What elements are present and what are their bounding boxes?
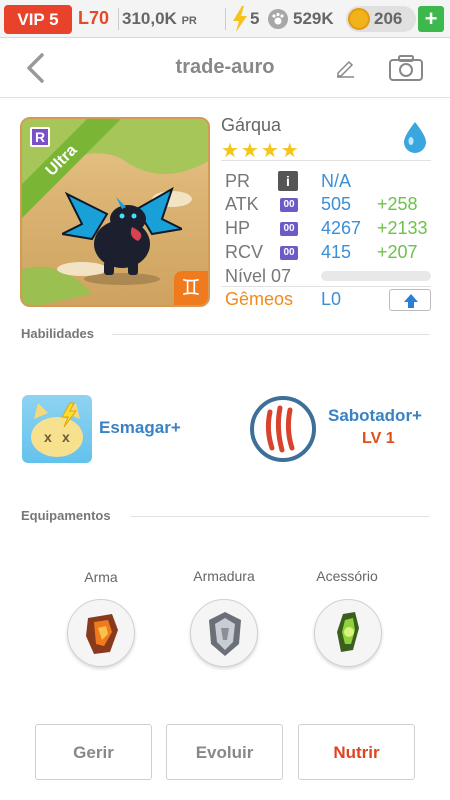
stat-chip-hp: 00 [280,222,298,236]
dragon-monster-icon [62,186,182,285]
page-title: trade-auro [175,56,275,78]
weapon-slot-button[interactable] [67,599,135,667]
energy-bolt-icon [233,6,247,32]
equipment-label-armor: Armadura [193,568,255,584]
divider [225,8,226,30]
level-progress-bar [321,271,431,281]
status-bar: VIP 5 L70 310,0K PR 5 529K 206 + [0,0,450,38]
armor-slot-button[interactable] [190,599,258,667]
level-label: Nível 07 [225,266,292,286]
stat-value-atk: 505 [321,194,352,214]
evolve-button[interactable]: Evoluir [166,724,283,780]
monster-portrait[interactable]: R Ultra ♊ [20,117,210,307]
monster-name: Gárqua [221,115,282,135]
coin-count: 206 [374,9,403,28]
stat-label-pr: PR [225,171,251,191]
stat-value-hp: 4267 [321,218,362,238]
equipment-label-weapon: Arma [84,569,118,585]
feed-button[interactable]: Nutrir [298,724,415,780]
armor-icon [209,612,241,656]
power-unit: PR [181,15,197,27]
stat-label-rcv: RCV [225,242,264,262]
skills-section-title: Habilidades [21,326,94,341]
water-element-icon [404,122,426,153]
page-header: trade-auro [0,38,450,98]
edit-pencil-icon[interactable] [334,56,356,78]
coin-icon [348,8,370,30]
smash-cat-icon[interactable]: x x [22,395,92,463]
twins-label[interactable]: Gêmeos [225,289,293,310]
add-coins-button[interactable]: + [418,6,444,32]
stat-chip-rcv: 00 [280,246,298,260]
stat-bonus-atk: +258 [377,194,418,214]
divider [221,286,431,287]
twins-value: L0 [321,289,342,309]
energy-count: 5 [250,9,260,28]
player-power: 310,0K PR [122,9,197,29]
svg-text:x: x [44,429,52,445]
manage-button[interactable]: Gerir [35,724,152,780]
stat-chip-atk: 00 [280,198,298,212]
info-icon[interactable]: i [278,171,298,191]
camera-icon[interactable] [388,54,424,82]
stat-value-rcv: 415 [321,242,352,262]
accessory-icon [337,612,359,652]
divider [221,160,431,161]
stat-bonus-hp: +2133 [377,218,428,238]
stat-label-hp: HP [225,218,251,238]
skill-name-saboteur: Sabotador+ [328,406,422,425]
player-level: L70 [78,8,110,28]
vip-badge[interactable]: VIP 5 [4,5,72,34]
rank-badge: R [30,127,50,147]
divider [118,8,119,30]
weapon-icon [86,614,118,654]
divider [112,334,430,335]
svg-text:x: x [62,429,70,445]
equipment-label-accessory: Acessório [316,568,378,584]
coin-counter: 206 [346,6,416,32]
power-value: 310,0K [122,9,177,28]
stat-bonus-rcv: +207 [377,242,418,262]
arrow-up-icon [404,294,418,308]
food-count: 529K [293,9,334,28]
stat-label-atk: ATK [225,194,259,214]
skill-name-smash: Esmagar+ [99,418,181,437]
upgrade-button[interactable] [389,289,431,311]
zodiac-gemini-icon: ♊ [174,271,208,305]
paw-food-icon [268,9,288,29]
accessory-slot-button[interactable] [314,599,382,667]
stat-value-pr: N/A [321,171,352,191]
claw-scratch-icon[interactable] [250,396,316,462]
skill-level: LV 1 [362,430,395,447]
divider [130,516,430,517]
equipment-section-title: Equipamentos [21,508,111,523]
